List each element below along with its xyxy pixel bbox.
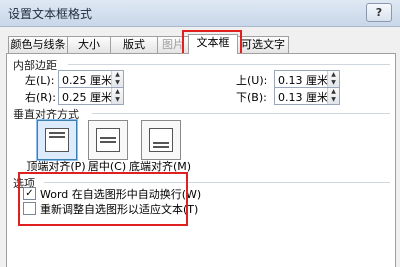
right-margin-value: 0.25 厘米 (62, 91, 112, 104)
up-arrow-icon[interactable]: ▲ (112, 71, 123, 79)
up-arrow-icon[interactable]: ▲ (328, 71, 339, 79)
top-margin-label: 上(U): (236, 74, 268, 87)
down-arrow-icon[interactable]: ▼ (328, 79, 339, 87)
tab-alt-text[interactable]: 可选文字 (237, 36, 289, 53)
top-margin-value: 0.13 厘米 (278, 74, 328, 87)
right-margin-spinner[interactable]: 0.25 厘米 ▲ ▼ (58, 87, 124, 105)
up-arrow-icon[interactable]: ▲ (328, 88, 339, 96)
bottom-margin-value: 0.13 厘米 (278, 91, 328, 104)
spin-arrows[interactable]: ▲ ▼ (327, 71, 339, 87)
spin-arrows[interactable]: ▲ ▼ (111, 71, 123, 87)
left-margin-label: 左(L): (25, 74, 55, 87)
tab-size[interactable]: 大小 (67, 36, 111, 53)
section-divider (68, 64, 390, 65)
right-margin-label: 右(R): (25, 91, 56, 104)
bottom-margin-label: 下(B): (236, 91, 267, 104)
highlight-options (18, 172, 188, 226)
valign-bottom-button[interactable] (141, 120, 181, 160)
left-margin-spinner[interactable]: 0.25 厘米 ▲ ▼ (58, 70, 124, 88)
top-margin-spinner[interactable]: 0.13 厘米 ▲ ▼ (274, 70, 340, 88)
down-arrow-icon[interactable]: ▼ (112, 96, 123, 104)
spin-arrows[interactable]: ▲ ▼ (327, 88, 339, 104)
align-top-icon (45, 128, 69, 152)
tab-layout[interactable]: 版式 (110, 36, 158, 53)
margins-section-title: 内部边距 (13, 59, 57, 72)
down-arrow-icon[interactable]: ▼ (328, 96, 339, 104)
help-button[interactable]: ? (366, 3, 392, 22)
spin-arrows[interactable]: ▲ ▼ (111, 88, 123, 104)
align-bottom-icon (149, 128, 173, 152)
left-margin-value: 0.25 厘米 (62, 74, 112, 87)
down-arrow-icon[interactable]: ▼ (112, 79, 123, 87)
tab-colors-lines[interactable]: 颜色与线条 (8, 36, 68, 53)
align-center-icon (96, 128, 120, 152)
valign-center-button[interactable] (88, 120, 128, 160)
up-arrow-icon[interactable]: ▲ (112, 88, 123, 96)
valign-top-button[interactable] (37, 120, 77, 160)
dialog-title: 设置文本框格式 (8, 7, 93, 21)
bottom-margin-spinner[interactable]: 0.13 厘米 ▲ ▼ (274, 87, 340, 105)
tab-textbox[interactable]: 文本框 (188, 34, 238, 54)
section-divider (92, 113, 390, 114)
